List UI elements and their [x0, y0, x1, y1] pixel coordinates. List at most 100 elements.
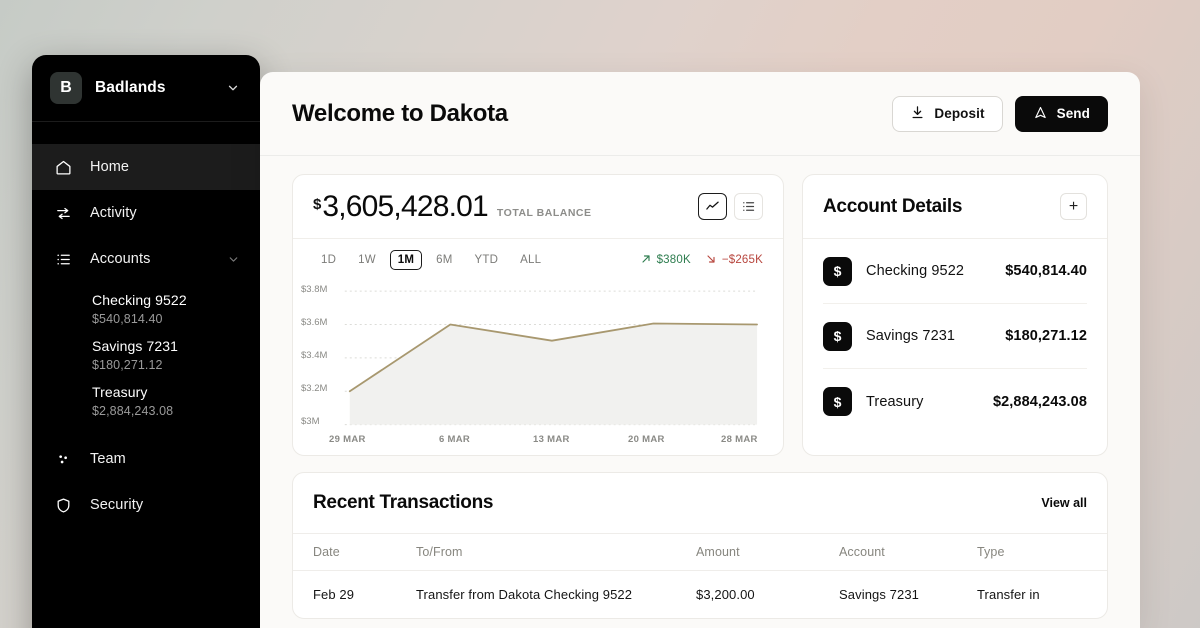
range-1w[interactable]: 1W: [350, 250, 384, 270]
column-type: Type: [977, 533, 1107, 571]
sidebar-item-security[interactable]: Security: [32, 482, 260, 528]
sidebar-item-home-label: Home: [90, 159, 130, 175]
delta-outflow-value: −$265K: [721, 254, 763, 266]
column-account: Account: [839, 533, 977, 571]
main-surface: Welcome to Dakota Deposit Send $ 3,605,4…: [260, 72, 1140, 628]
header-actions: Deposit Send: [892, 95, 1108, 132]
range-ytd[interactable]: YTD: [467, 250, 507, 270]
chart-controls: 1D 1W 1M 6M YTD ALL $380K −$265K: [293, 239, 783, 281]
account-row-savings-name: Savings 7231: [866, 328, 956, 344]
balance-header: $ 3,605,428.01 TOTAL BALANCE: [293, 175, 783, 239]
workspace-name: Badlands: [95, 79, 166, 96]
currency-symbol: $: [313, 195, 322, 213]
account-row-treasury-balance: $2,884,243.08: [992, 393, 1087, 410]
account-row-treasury[interactable]: $ Treasury $2,884,243.08: [823, 369, 1087, 434]
sidebar-account-savings-name: Savings 7231: [92, 338, 179, 354]
range-6m[interactable]: 6M: [428, 250, 460, 270]
transactions-header-row: Date To/From Amount Account Type: [293, 533, 1107, 571]
sidebar-item-accounts[interactable]: Accounts: [32, 236, 260, 282]
page-title: Welcome to Dakota: [292, 99, 508, 127]
chart-view-toggles: [698, 193, 763, 220]
account-row-checking-name: Checking 9522: [866, 263, 965, 279]
sidebar-item-home[interactable]: Home: [32, 144, 260, 190]
cell-amount: $3,200.00: [696, 587, 755, 602]
list-view-icon[interactable]: [734, 193, 763, 220]
cell-date: Feb 29: [313, 587, 355, 602]
cell-tofrom: Transfer from Dakota Checking 9522: [416, 587, 633, 602]
range-1m[interactable]: 1M: [389, 250, 423, 270]
chevron-down-icon: [226, 81, 240, 95]
sidebar-account-checking-amount: $540,814.40: [92, 312, 163, 326]
sidebar-item-activity[interactable]: Activity: [32, 190, 260, 236]
deposit-button[interactable]: Deposit: [892, 95, 1003, 132]
balance-chart-svg: [344, 290, 758, 426]
list-icon: [54, 250, 72, 268]
sidebar-account-savings[interactable]: Savings 7231 $180,271.12: [32, 338, 260, 372]
balance-deltas: $380K −$265K: [640, 253, 763, 268]
column-tofrom: To/From: [416, 533, 696, 571]
sidebar-account-treasury-name: Treasury: [92, 384, 148, 400]
table-row[interactable]: Feb 29 Transfer from Dakota Checking 952…: [293, 571, 1107, 619]
sidebar-item-activity-label: Activity: [90, 205, 137, 221]
delta-outflow: −$265K: [705, 253, 763, 268]
view-all-link[interactable]: View all: [1041, 496, 1087, 510]
sidebar-item-team-label: Team: [90, 451, 126, 467]
add-account-button[interactable]: +: [1060, 193, 1087, 220]
line-chart-icon[interactable]: [698, 193, 727, 220]
sidebar-account-checking[interactable]: Checking 9522 $540,814.40: [32, 292, 260, 326]
home-icon: [54, 158, 72, 176]
sidebar-account-treasury[interactable]: Treasury $2,884,243.08: [32, 384, 260, 418]
column-amount: Amount: [696, 533, 839, 571]
transactions-table-head: Date To/From Amount Account Type: [293, 533, 1107, 571]
account-row-checking[interactable]: $ Checking 9522 $540,814.40: [823, 239, 1087, 304]
total-balance-card: $ 3,605,428.01 TOTAL BALANCE 1D 1W 1M 6M…: [292, 174, 784, 456]
account-row-checking-balance: $540,814.40: [1005, 263, 1087, 279]
dollar-icon: $: [823, 387, 852, 416]
sidebar-account-treasury-amount: $2,884,243.08: [92, 404, 174, 418]
arrow-down-right-icon: [705, 253, 717, 268]
sidebar-item-team[interactable]: Team: [32, 436, 260, 482]
dollar-icon: $: [823, 256, 852, 286]
account-row-treasury-name: Treasury: [866, 393, 924, 410]
column-date: Date: [293, 533, 416, 571]
send-button-label: Send: [1056, 106, 1090, 121]
team-dots-icon: [54, 450, 72, 468]
deposit-button-label: Deposit: [934, 106, 985, 121]
range-1d[interactable]: 1D: [313, 250, 344, 270]
cell-account: Savings 7231: [839, 587, 919, 602]
total-balance-caption: TOTAL BALANCE: [496, 206, 592, 219]
download-icon: [910, 105, 925, 123]
balance-amount-group: $ 3,605,428.01 TOTAL BALANCE: [313, 190, 698, 224]
main-content: $ 3,605,428.01 TOTAL BALANCE 1D 1W 1M 6M…: [260, 156, 1140, 619]
account-row-savings[interactable]: $ Savings 7231 $180,271.12: [823, 304, 1087, 369]
shield-icon: [54, 496, 72, 514]
range-selector: 1D 1W 1M 6M YTD ALL: [313, 250, 640, 270]
send-button[interactable]: Send: [1014, 95, 1108, 132]
dashboard-top-row: $ 3,605,428.01 TOTAL BALANCE 1D 1W 1M 6M…: [292, 156, 1108, 456]
workspace-switcher[interactable]: B Badlands: [32, 55, 260, 121]
sidebar-account-savings-amount: $180,271.12: [92, 358, 163, 372]
transactions-table: Date To/From Amount Account Type Feb 29 …: [293, 533, 1107, 618]
delta-inflow: $380K: [640, 253, 691, 268]
page-header: Welcome to Dakota Deposit Send: [260, 72, 1140, 156]
chart-area-fill: [349, 323, 758, 425]
recent-transactions-title: Recent Transactions: [313, 492, 494, 513]
recent-transactions-card: Recent Transactions View all Date To/Fro…: [292, 472, 1108, 619]
account-details-header: Account Details +: [803, 175, 1107, 239]
sidebar-item-accounts-label: Accounts: [90, 251, 151, 267]
cell-type: Transfer in: [977, 587, 1040, 602]
account-row-savings-balance: $180,271.12: [1005, 328, 1087, 344]
range-all[interactable]: ALL: [512, 250, 549, 270]
total-balance-value: 3,605,428.01: [322, 189, 488, 223]
account-details-card: Account Details + $ Checking 9522 $540,8…: [802, 174, 1108, 456]
activity-arrows-icon: [54, 204, 72, 222]
recent-transactions-header: Recent Transactions View all: [293, 473, 1107, 533]
chevron-down-icon[interactable]: [227, 253, 240, 266]
sidebar: B Badlands Home Activity Accounts Checki…: [32, 55, 260, 628]
send-triangle-icon: [1033, 105, 1048, 123]
sidebar-account-checking-name: Checking 9522: [92, 292, 187, 308]
transactions-table-body: Feb 29 Transfer from Dakota Checking 952…: [293, 571, 1107, 619]
balance-chart[interactable]: $3.8M $3.6M $3.4M $3.2M $3M 29 MAR 6 MAR…: [293, 281, 783, 455]
workspace-logo-badge: B: [50, 72, 82, 104]
